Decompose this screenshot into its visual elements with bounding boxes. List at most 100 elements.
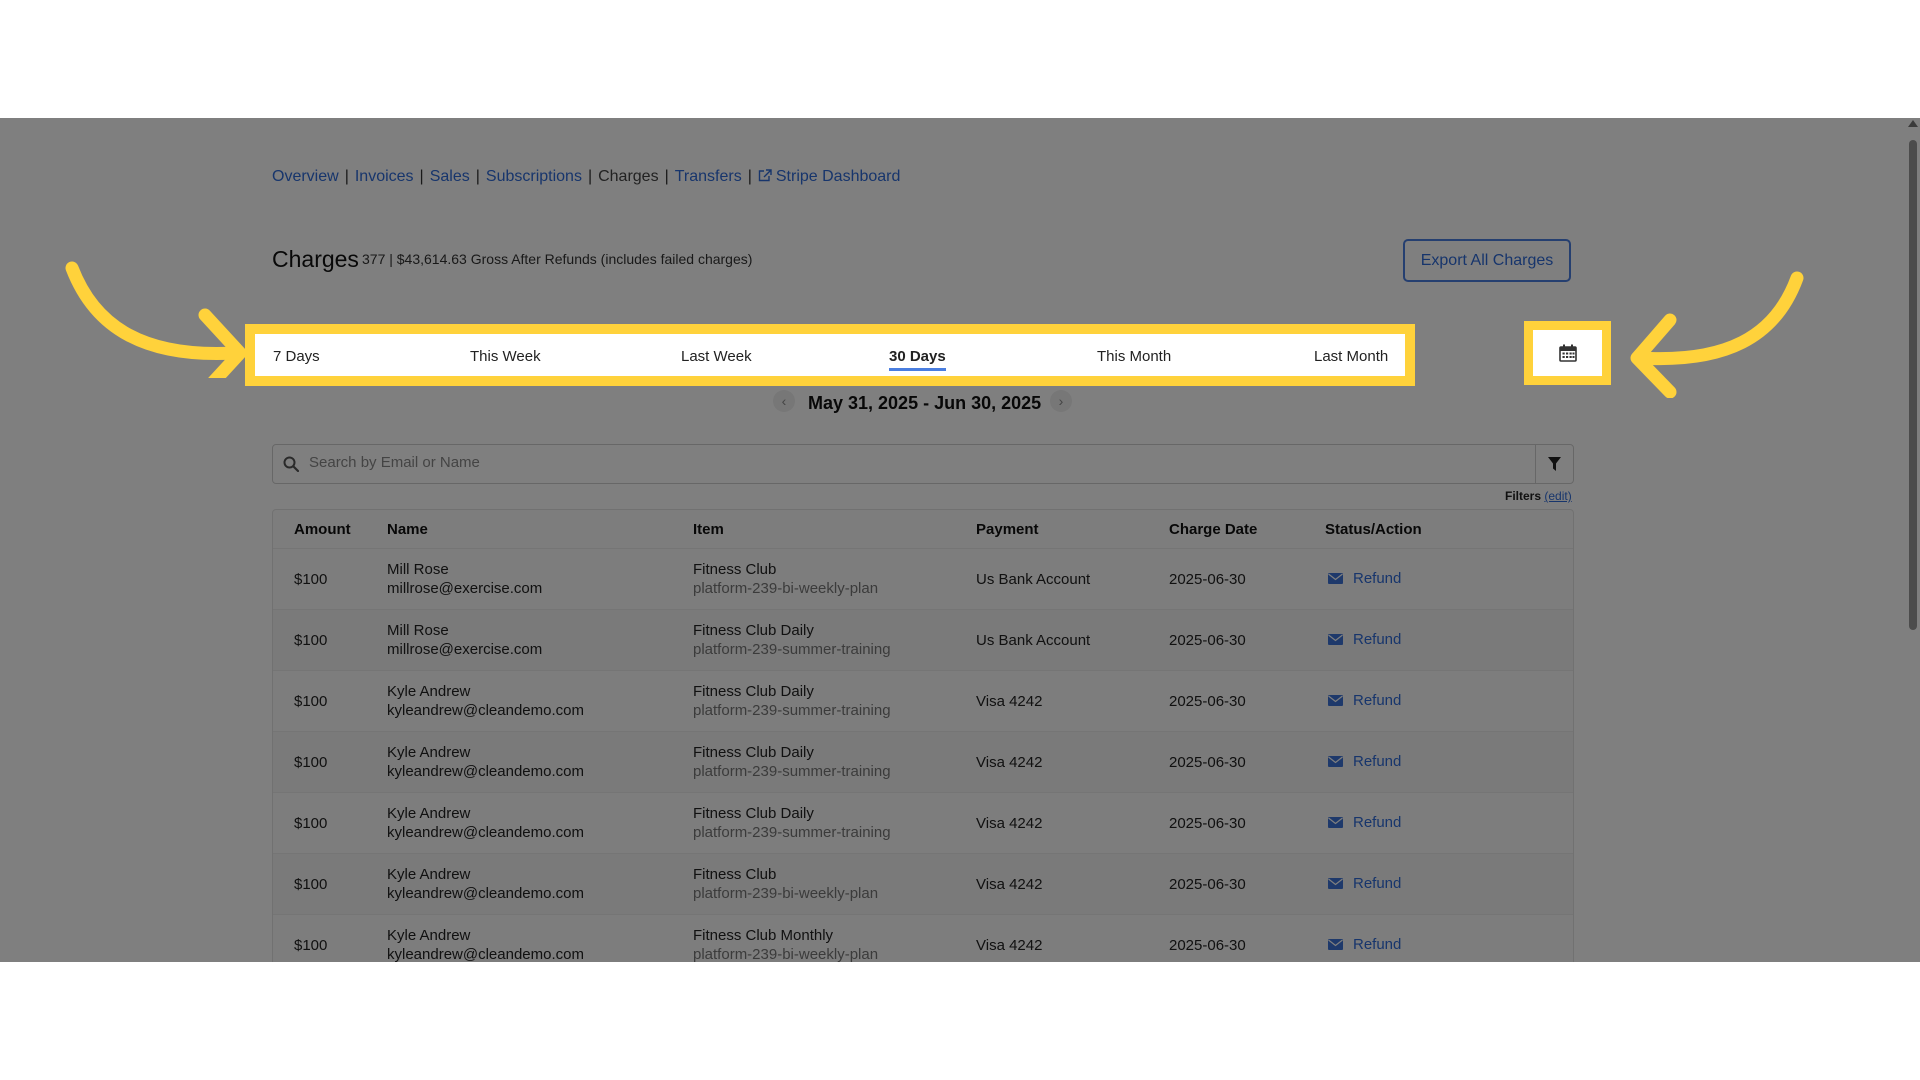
nav-subscriptions[interactable]: Subscriptions xyxy=(486,168,582,185)
item-name: Fitness Club Daily xyxy=(693,683,814,700)
item-name: Fitness Club Daily xyxy=(693,744,814,761)
status-action-cell: Refund xyxy=(1325,793,1573,854)
nav-overview[interactable]: Overview xyxy=(272,168,339,185)
tab-30-days[interactable]: 30 Days xyxy=(889,348,946,371)
date-range-tabs: 7 Days This Week Last Week 30 Days This … xyxy=(245,324,1415,386)
mail-icon xyxy=(1328,817,1343,828)
nav-stripe-dashboard-label: Stripe Dashboard xyxy=(775,168,901,185)
filter-button[interactable] xyxy=(1535,445,1573,483)
customer-cell: Mill Rose millrose@exercise.com xyxy=(387,549,693,610)
customer-email: kyleandrew@cleandemo.com xyxy=(387,885,584,902)
tab-last-week[interactable]: Last Week xyxy=(681,348,752,365)
nav-separator: | xyxy=(344,168,349,185)
refund-link[interactable]: Refund xyxy=(1328,691,1401,710)
item-plan: platform-239-summer-training xyxy=(693,763,891,780)
right-callout-arrow-icon xyxy=(1630,271,1804,398)
amount-cell: $100 xyxy=(294,570,328,588)
charge-date-cell: 2025-06-30 xyxy=(1169,936,1246,954)
column-header-payment[interactable]: Payment xyxy=(976,510,1169,549)
item-name: Fitness Club Daily xyxy=(693,805,814,822)
export-all-charges-button[interactable]: Export All Charges xyxy=(1403,239,1571,282)
nav-sales[interactable]: Sales xyxy=(430,168,470,185)
status-action-cell: Refund xyxy=(1325,915,1573,963)
mail-icon xyxy=(1328,756,1343,767)
refund-link[interactable]: Refund xyxy=(1328,813,1401,832)
nav-separator: | xyxy=(587,168,593,185)
scroll-thumb[interactable] xyxy=(1909,140,1917,630)
filter-icon xyxy=(1548,457,1561,471)
item-plan: platform-239-bi-weekly-plan xyxy=(693,946,879,962)
status-action-cell: Refund xyxy=(1325,671,1573,732)
refund-link[interactable]: Refund xyxy=(1328,935,1401,954)
customer-cell: Kyle Andrew kyleandrew@cleandemo.com xyxy=(387,915,693,962)
nav-separator: | xyxy=(747,168,752,185)
customer-name: Mill Rose xyxy=(387,622,449,639)
charge-date-cell: 2025-06-30 xyxy=(1169,875,1246,893)
table-row: $100 Mill Rose millrose@exercise.com Fitnes… xyxy=(273,609,1573,671)
payment-cell: Us Bank Account xyxy=(976,631,1091,649)
calendar-button[interactable] xyxy=(1524,321,1611,385)
item-cell: Fitness Club Daily platform-239-summer-tr… xyxy=(693,610,976,671)
mail-icon xyxy=(1328,939,1343,950)
item-name: Fitness Club Monthly xyxy=(693,927,834,944)
refund-link[interactable]: Refund xyxy=(1328,630,1401,649)
previous-period-button[interactable]: ‹ xyxy=(773,390,795,412)
amount-cell: $100 xyxy=(294,875,328,893)
status-action-cell: Refund xyxy=(1325,854,1573,915)
status-action-cell: Refund xyxy=(1325,732,1573,793)
customer-cell: Kyle Andrew kyleandrew@cleandemo.com xyxy=(387,732,693,793)
payment-cell: Visa 4242 xyxy=(976,936,1043,954)
nav-stripe-dashboard[interactable]: Stripe Dashboard xyxy=(758,168,901,185)
column-header-name[interactable]: Name xyxy=(387,510,693,549)
item-plan: platform-239-summer-training xyxy=(693,824,891,841)
amount-cell: $100 xyxy=(294,814,328,832)
search-bar xyxy=(272,444,1574,484)
nav-transfers[interactable]: Transfers xyxy=(675,168,742,185)
item-name: Fitness Club Daily xyxy=(693,622,814,639)
table-row: $100 Kyle Andrew kyleandrew@cleandemo.com F… xyxy=(273,731,1573,793)
refund-link[interactable]: Refund xyxy=(1328,569,1401,588)
column-header-amount[interactable]: Amount xyxy=(273,510,387,549)
tab-last-month[interactable]: Last Month xyxy=(1314,348,1388,365)
refund-link[interactable]: Refund xyxy=(1328,874,1401,893)
payment-cell: Visa 4242 xyxy=(976,692,1043,710)
tab-this-week[interactable]: This Week xyxy=(470,348,541,365)
item-name: Fitness Club xyxy=(693,561,777,578)
item-plan: platform-239-summer-training xyxy=(693,641,891,658)
page-scrollbar[interactable] xyxy=(1906,118,1920,962)
refund-label: Refund xyxy=(1353,570,1402,587)
nav-charges-current: Charges xyxy=(598,168,659,185)
status-action-cell: Refund xyxy=(1325,610,1573,671)
nav-separator: | xyxy=(664,168,669,185)
customer-cell: Kyle Andrew kyleandrew@cleandemo.com xyxy=(387,671,693,732)
filters-edit-link[interactable]: (edit) xyxy=(1544,489,1571,503)
item-name: Fitness Club xyxy=(693,866,777,883)
table-row: $100 Kyle Andrew kyleandrew@cleandemo.com F… xyxy=(273,914,1573,963)
table-row: $100 Kyle Andrew kyleandrew@cleandemo.com F… xyxy=(273,792,1573,854)
charge-date-cell: 2025-06-30 xyxy=(1169,692,1246,710)
status-action-cell: Refund xyxy=(1325,549,1573,610)
next-period-button[interactable]: › xyxy=(1050,390,1072,412)
date-range-navigator: ‹ May 31, 2025 - Jun 30, 2025 › xyxy=(760,390,1082,422)
mail-icon xyxy=(1328,695,1343,706)
search-input[interactable] xyxy=(307,453,1491,472)
table-row: $100 Mill Rose millrose@exercise.com Fitnes… xyxy=(273,548,1573,610)
charges-summary: 377 | $43,614.63 Gross After Refunds (in… xyxy=(362,251,753,267)
charge-date-cell: 2025-06-30 xyxy=(1169,814,1246,832)
item-plan: platform-239-bi-weekly-plan xyxy=(693,885,879,902)
customer-email: kyleandrew@cleandemo.com xyxy=(387,702,584,719)
refund-link[interactable]: Refund xyxy=(1328,752,1401,771)
payment-cell: Visa 4242 xyxy=(976,753,1043,771)
tab-this-month[interactable]: This Month xyxy=(1097,348,1171,365)
charges-table: Amount Name Item Payment Charge Date Sta… xyxy=(272,509,1574,962)
customer-email: millrose@exercise.com xyxy=(387,641,543,658)
scroll-up-arrow[interactable] xyxy=(1908,120,1918,127)
column-header-item[interactable]: Item xyxy=(693,510,976,549)
refund-label: Refund xyxy=(1353,692,1402,709)
amount-cell: $100 xyxy=(294,753,328,771)
payment-cell: Us Bank Account xyxy=(976,570,1091,588)
column-header-charge-date[interactable]: Charge Date xyxy=(1169,510,1325,549)
nav-invoices[interactable]: Invoices xyxy=(355,168,414,185)
amount-cell: $100 xyxy=(294,631,328,649)
tab-7-days[interactable]: 7 Days xyxy=(273,348,320,365)
